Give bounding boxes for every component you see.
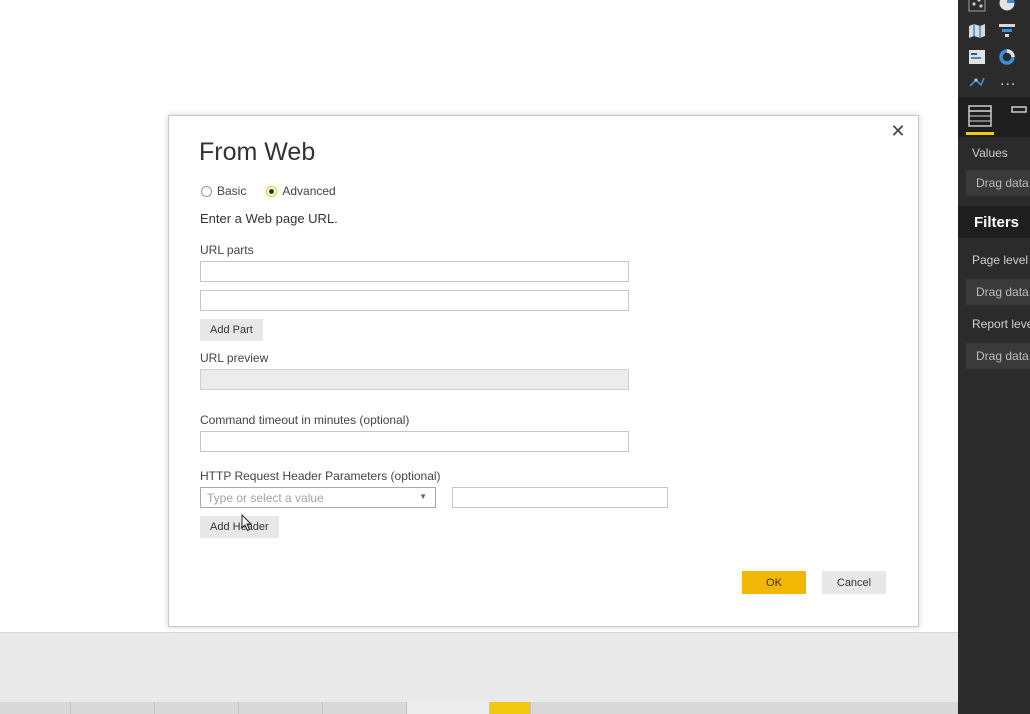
cancel-button[interactable]: Cancel bbox=[822, 571, 886, 594]
mouse-cursor-icon bbox=[241, 514, 253, 532]
add-page-tab[interactable] bbox=[490, 702, 531, 714]
mode-radio-group: Basic Advanced bbox=[201, 184, 356, 198]
page-tab[interactable] bbox=[71, 702, 155, 714]
page-level-drop-well[interactable]: Drag data fields here bbox=[966, 279, 1030, 305]
dialog-title: From Web bbox=[199, 138, 316, 166]
url-part-input-1[interactable] bbox=[200, 261, 629, 282]
add-part-button[interactable]: Add Part bbox=[200, 319, 263, 341]
timeout-input[interactable] bbox=[200, 431, 629, 452]
scatter-chart-icon[interactable] bbox=[968, 0, 986, 12]
values-drop-well[interactable]: Drag data fields here bbox=[966, 170, 1030, 196]
instruction-text: Enter a Web page URL. bbox=[200, 211, 338, 226]
chevron-down-icon[interactable]: ▼ bbox=[419, 492, 427, 501]
header-name-combobox[interactable]: Type or select a value ▼ bbox=[200, 487, 436, 508]
paint-roller-icon bbox=[1011, 106, 1027, 113]
page-tab-active[interactable] bbox=[407, 702, 490, 714]
page-tab[interactable] bbox=[155, 702, 239, 714]
funnel-chart-icon[interactable] bbox=[998, 22, 1016, 40]
header-name-placeholder: Type or select a value bbox=[207, 491, 324, 505]
ok-button[interactable]: OK bbox=[742, 571, 806, 594]
page-tab-bar bbox=[0, 702, 958, 714]
page-level-drop-hint: Drag data fields here bbox=[976, 285, 1030, 299]
page-level-filters-label: Page level filters bbox=[972, 253, 1030, 267]
url-parts-label: URL parts bbox=[200, 243, 254, 257]
header-value-input[interactable] bbox=[452, 487, 668, 508]
map-icon[interactable] bbox=[968, 22, 986, 40]
advanced-radio-label[interactable]: Advanced bbox=[282, 184, 335, 198]
pie-chart-icon[interactable] bbox=[998, 0, 1016, 12]
basic-radio-label[interactable]: Basic bbox=[217, 184, 246, 198]
url-preview-label: URL preview bbox=[200, 351, 269, 365]
more-visuals-icon[interactable]: ... bbox=[1000, 72, 1016, 90]
page-tab[interactable] bbox=[323, 702, 407, 714]
report-level-drop-well[interactable]: Drag data fields here bbox=[966, 343, 1030, 369]
url-preview-field bbox=[200, 369, 629, 390]
fields-table-icon bbox=[968, 105, 992, 127]
donut-chart-icon[interactable] bbox=[998, 48, 1016, 66]
values-drop-hint: Drag data fields here bbox=[976, 176, 1030, 190]
format-tab[interactable] bbox=[1002, 103, 1030, 133]
canvas-footer bbox=[0, 632, 958, 703]
values-label: Values bbox=[972, 146, 1008, 160]
report-level-filters-label: Report level filters bbox=[972, 317, 1030, 331]
advanced-radio[interactable] bbox=[266, 185, 278, 197]
fields-well-tab[interactable] bbox=[962, 103, 998, 135]
visualizations-pane: ... Values Drag data fields here Filters… bbox=[958, 0, 1030, 714]
http-headers-label: HTTP Request Header Parameters (optional… bbox=[200, 469, 441, 483]
filters-header: Filters bbox=[958, 206, 1030, 238]
visual-gallery: ... bbox=[966, 0, 1030, 96]
timeout-label: Command timeout in minutes (optional) bbox=[200, 413, 410, 427]
close-icon[interactable]: ✕ bbox=[890, 122, 906, 140]
report-level-drop-hint: Drag data fields here bbox=[976, 349, 1030, 363]
from-web-dialog: ✕ From Web Basic Advanced Enter a Web pa… bbox=[168, 115, 919, 627]
add-header-button[interactable]: Add Header bbox=[200, 516, 279, 538]
basic-radio[interactable] bbox=[201, 185, 212, 197]
url-part-input-2[interactable] bbox=[200, 290, 629, 311]
page-tab[interactable] bbox=[0, 702, 71, 714]
filters-title: Filters bbox=[974, 214, 1020, 231]
custom-visual-icon[interactable] bbox=[968, 74, 986, 92]
page-tab[interactable] bbox=[239, 702, 323, 714]
card-visual-icon[interactable] bbox=[968, 48, 986, 66]
pane-tab-strip bbox=[958, 97, 1030, 137]
